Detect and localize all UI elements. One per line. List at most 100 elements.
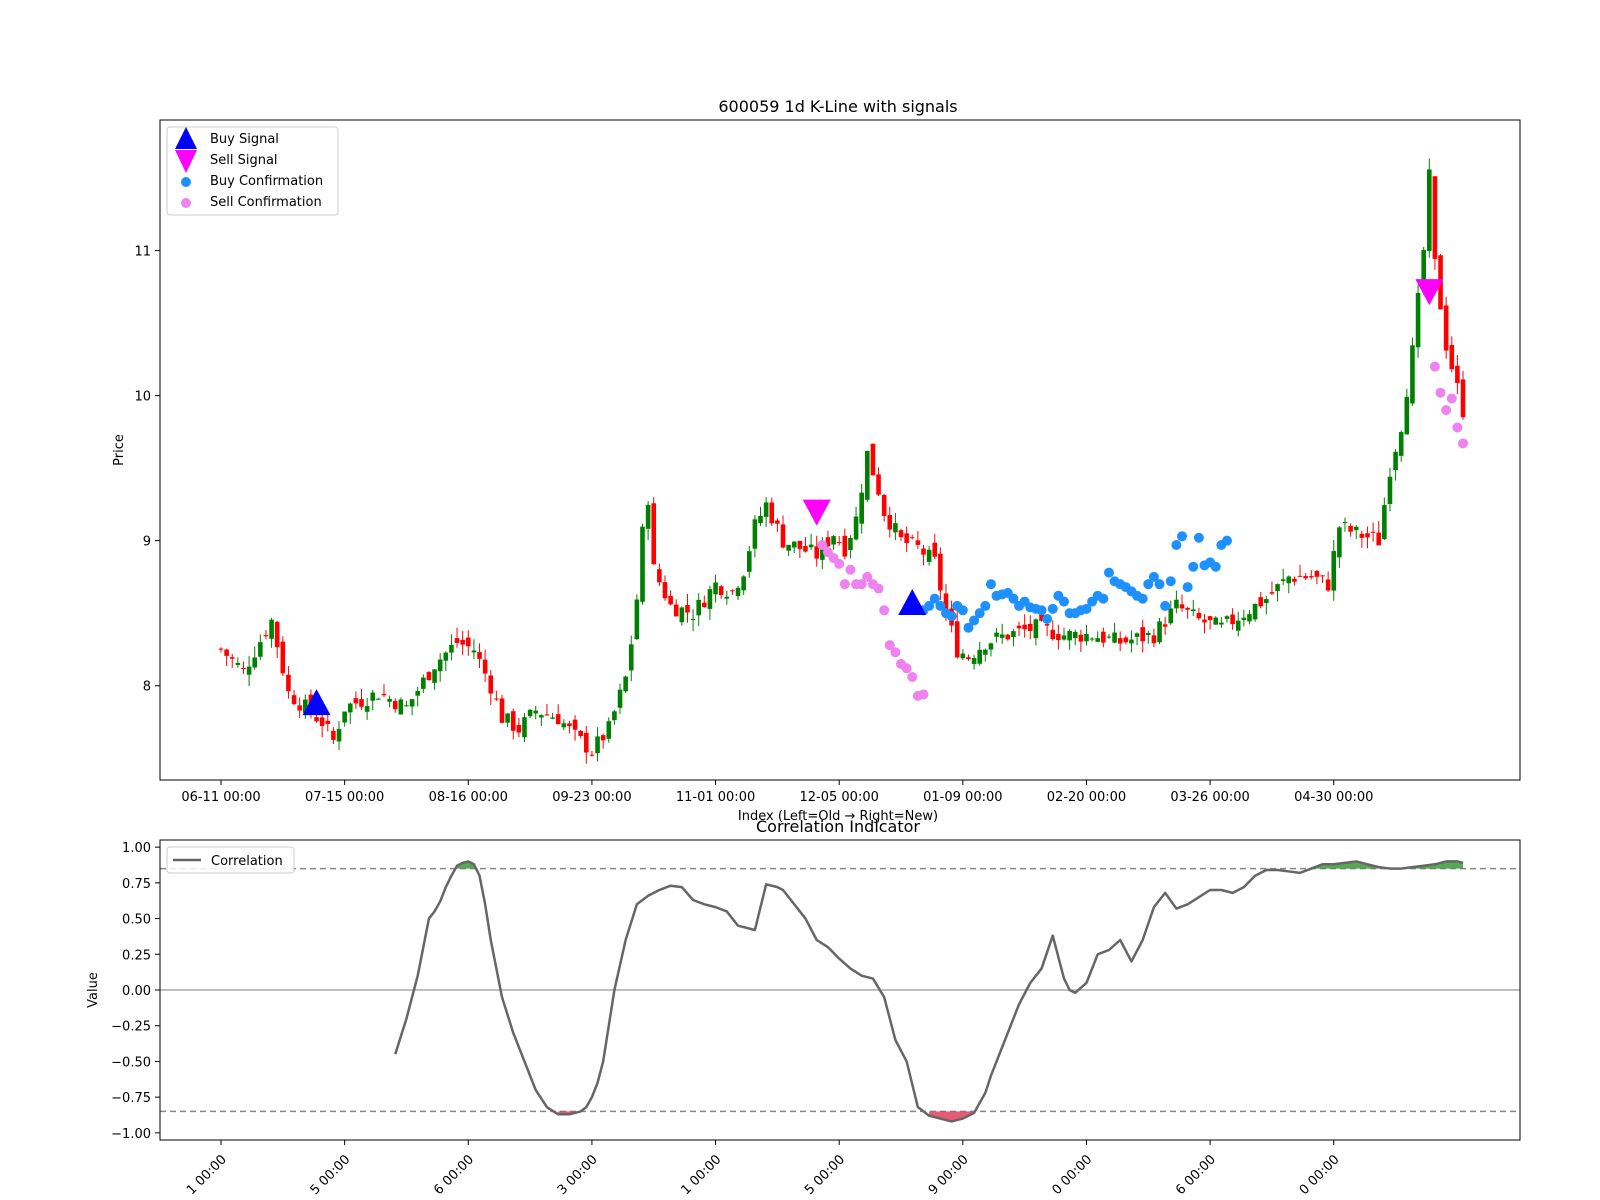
correlation-y-tick-label: 0.25 — [122, 948, 151, 963]
candle-body — [1297, 575, 1303, 577]
correlation-x-tick-label: 5 00:00 — [308, 1152, 354, 1198]
candle-body — [527, 709, 533, 717]
candle — [1427, 158, 1432, 258]
candle — [870, 443, 876, 476]
candle-body — [1022, 624, 1027, 630]
candle-body — [578, 731, 583, 737]
buy-confirmation-point — [1059, 596, 1069, 607]
candle-body — [1241, 617, 1247, 621]
candle-body — [1016, 625, 1022, 629]
candle-body — [758, 515, 763, 523]
candle-body — [269, 619, 274, 639]
candle-body — [319, 717, 325, 726]
candle-body — [1337, 527, 1342, 558]
candle-body — [926, 549, 932, 562]
candle-body — [651, 503, 657, 565]
candle-body — [881, 495, 887, 516]
correlation-x-tick-label: 9 00:00 — [926, 1152, 972, 1198]
candle-body — [505, 713, 510, 723]
buy-confirmation-point — [1160, 600, 1171, 611]
candle-body — [1230, 614, 1235, 625]
candle-body — [1365, 533, 1370, 538]
buy-confirmation-point — [1137, 593, 1148, 604]
candle-body — [853, 516, 859, 540]
correlation-y-tick-label: 0.00 — [122, 984, 151, 999]
candle — [1432, 175, 1438, 270]
candle-body — [1398, 432, 1404, 456]
candle-body — [994, 632, 999, 637]
candle-body — [707, 589, 713, 609]
buy-confirmation-point — [946, 611, 957, 622]
candle-body — [983, 649, 988, 655]
candle — [1443, 296, 1449, 359]
sell-confirmation-point — [834, 558, 845, 569]
candle-body — [1219, 622, 1224, 625]
candle-body — [1348, 526, 1353, 532]
legend-correlation: Correlation — [211, 854, 283, 869]
candle-body — [1112, 632, 1117, 643]
candle-body — [1410, 345, 1415, 404]
candle-body — [865, 450, 870, 500]
buy-confirmation-point — [980, 600, 991, 611]
candle-body — [746, 551, 752, 572]
candle-body — [1258, 597, 1263, 607]
candle-body — [1292, 578, 1297, 582]
candle-body — [1196, 612, 1202, 619]
candle-body — [387, 698, 392, 702]
candle-body — [600, 735, 606, 741]
candle-body — [1331, 551, 1337, 591]
candle — [280, 636, 286, 677]
candle-body — [1067, 630, 1072, 641]
candle — [499, 694, 505, 724]
candle-body — [1179, 604, 1185, 609]
candle-body — [1084, 634, 1089, 642]
correlation-x-tick-label: 5 00:00 — [802, 1152, 848, 1198]
candle-body — [786, 544, 791, 551]
candle-body — [1269, 592, 1275, 594]
correlation-y-tick-label: −1.00 — [111, 1127, 151, 1142]
candle-body — [1359, 533, 1365, 538]
candle-body — [1264, 599, 1269, 604]
candle-body — [803, 545, 808, 552]
buy-confirmation-point — [985, 579, 996, 590]
kline-x-tick-label: 09-23 00:00 — [552, 790, 631, 805]
buy-confirmation-point — [1154, 579, 1165, 590]
candle-body — [915, 540, 921, 545]
candle-body — [572, 719, 578, 730]
candle — [1415, 284, 1421, 358]
sell-confirmation-point — [901, 663, 912, 674]
correlation-panel: Correlation Indicator 1.00 0.75 0.50 0.25 0.… — [86, 817, 1521, 1198]
candle-body — [842, 535, 848, 557]
kline-x-tick-label: 11-01 00:00 — [676, 790, 755, 805]
candle-body — [1286, 576, 1292, 584]
correlation-y-tick-label: 0.75 — [122, 877, 151, 892]
candle-body — [775, 520, 780, 524]
candle-body — [1320, 575, 1325, 577]
correlation-y-axis: 1.00 0.75 0.50 0.25 0.00 −0.25 −0.50 −0.75 −1.00 — [111, 841, 160, 1142]
candle-body — [1449, 345, 1455, 370]
candle-body — [752, 519, 758, 549]
candle-body — [1117, 638, 1123, 644]
candle-body — [780, 524, 786, 548]
candle-body — [286, 674, 291, 692]
correlation-x-tick-label: 6 00:00 — [431, 1152, 477, 1198]
buy-confirmation-point — [1221, 535, 1232, 546]
candle-body — [1174, 599, 1179, 609]
candle-body — [999, 634, 1005, 638]
kline-title: 600059 1d K-Line with signals — [718, 97, 957, 116]
kline-legend: Buy Signal Sell Signal Buy Confirmation … — [166, 126, 339, 216]
candle-body — [1185, 607, 1190, 610]
candle-body — [634, 599, 640, 640]
candle-body — [1101, 631, 1106, 643]
candle-body — [702, 602, 707, 608]
candle-body — [398, 699, 404, 715]
candle-body — [258, 642, 263, 657]
candle-body — [533, 710, 539, 714]
candle-body — [741, 576, 746, 591]
candle-body — [1190, 609, 1196, 612]
candle-body — [1275, 584, 1280, 592]
correlation-title: Correlation Indicator — [756, 817, 920, 836]
candle-body — [1393, 451, 1398, 471]
candle-body — [1303, 576, 1308, 579]
candle-body — [1072, 632, 1078, 639]
